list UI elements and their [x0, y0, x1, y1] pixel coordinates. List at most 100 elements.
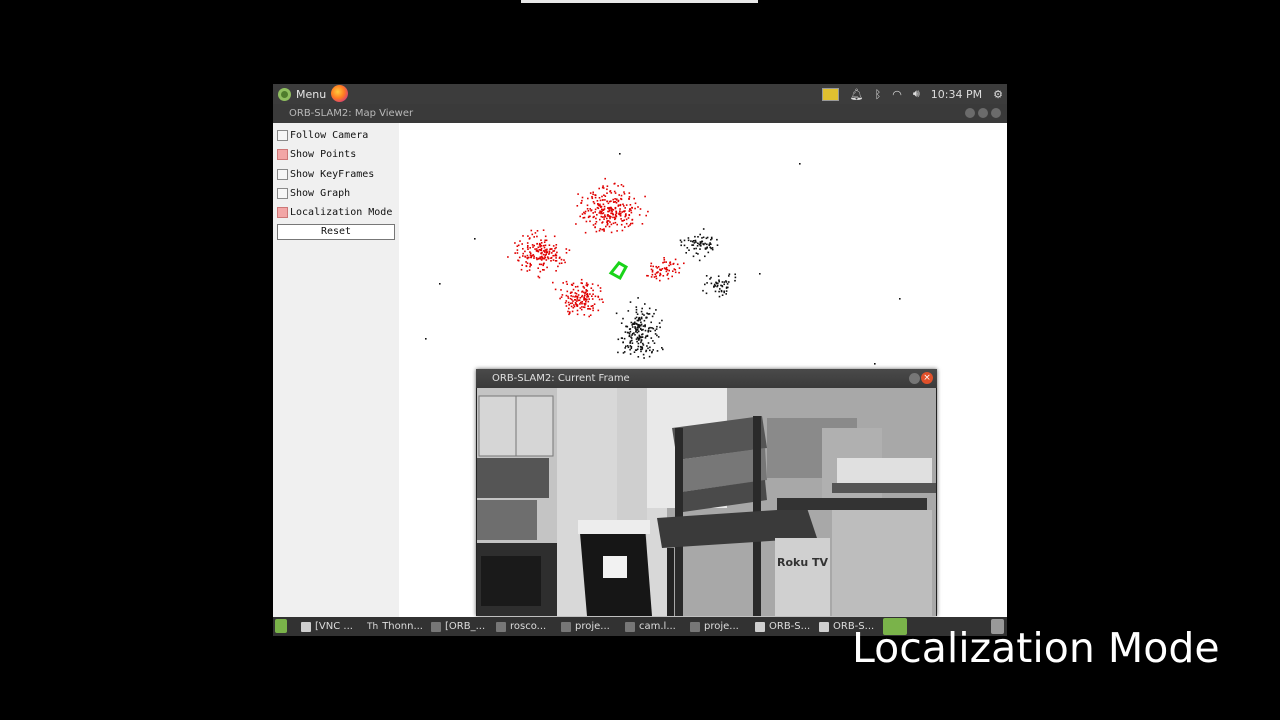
map-point: [662, 275, 665, 277]
bluetooth-icon[interactable]: ᛒ: [875, 88, 882, 101]
map-point: [635, 331, 637, 333]
taskbar-item[interactable]: proje...: [690, 617, 739, 636]
map-point: [704, 255, 706, 258]
show-graph-checkbox[interactable]: [277, 187, 288, 199]
show-desktop-button[interactable]: [275, 619, 287, 633]
option-localization-mode[interactable]: Localization Mode: [277, 205, 392, 219]
map-viewer-titlebar[interactable]: ORB-SLAM2: Map Viewer: [273, 104, 1007, 123]
map-point: [631, 342, 634, 344]
map-point: [589, 308, 592, 310]
taskbar-item[interactable]: [ORB_...: [431, 617, 485, 636]
map-point: [593, 303, 596, 305]
map-point: [655, 265, 657, 268]
map-point: [559, 256, 561, 259]
map-point: [607, 202, 610, 205]
map-point: [710, 282, 713, 285]
option-show-keyframes[interactable]: Show KeyFrames: [277, 167, 374, 181]
map-point: [543, 262, 545, 265]
option-show-graph[interactable]: Show Graph: [277, 186, 350, 200]
map-point: [589, 293, 591, 295]
option-label: Show Points: [290, 148, 357, 160]
map-point: [648, 313, 651, 315]
settings-gear-icon[interactable]: ⚙: [993, 88, 1003, 101]
firefox-icon[interactable]: [331, 85, 348, 102]
map-point: [655, 277, 658, 280]
display-icon[interactable]: [821, 87, 839, 101]
map-point: [707, 251, 710, 254]
map-point: [615, 212, 618, 215]
taskbar-item[interactable]: proje...: [561, 617, 610, 636]
terminal-icon: [496, 621, 506, 632]
map-point: [640, 316, 643, 319]
follow-camera-checkbox[interactable]: [277, 129, 288, 141]
map-point: [524, 250, 526, 253]
map-point: [602, 301, 604, 303]
map-point: [594, 295, 597, 298]
show-points-checkbox[interactable]: [277, 148, 288, 160]
map-point: [583, 314, 586, 316]
map-point: [591, 196, 593, 198]
taskbar-item[interactable]: Th Thonn...: [367, 617, 423, 636]
map-point: [543, 246, 546, 249]
map-point: [581, 196, 584, 199]
map-point: [610, 212, 612, 215]
map-point: [634, 349, 637, 351]
taskbar-item[interactable]: [VNC ...: [301, 617, 353, 636]
map-point: [627, 225, 630, 228]
map-point: [594, 223, 597, 225]
option-follow-camera[interactable]: Follow Camera: [277, 128, 368, 142]
minimize-button[interactable]: [965, 108, 975, 118]
map-point: [576, 305, 579, 307]
map-point: [691, 244, 693, 246]
clock[interactable]: 10:34 PM: [931, 88, 982, 101]
map-point: [530, 229, 533, 232]
map-point: [589, 314, 592, 316]
map-point: [565, 300, 568, 302]
map-point: [702, 243, 704, 245]
map-point: [628, 192, 631, 194]
taskbar-item[interactable]: rosco...: [496, 617, 546, 636]
map-point: [586, 292, 589, 295]
localization-mode-checkbox[interactable]: [277, 206, 288, 218]
map-point: [586, 285, 588, 287]
reset-button[interactable]: Reset: [277, 224, 395, 240]
map-point: [647, 210, 649, 213]
wifi-icon[interactable]: ◠: [892, 88, 902, 101]
map-point: [586, 204, 589, 207]
bell-icon[interactable]: 🔔︎: [850, 88, 864, 101]
show-keyframes-checkbox[interactable]: [277, 168, 288, 180]
map-point: [622, 220, 624, 222]
map-point: [628, 332, 631, 334]
map-point: [575, 303, 578, 306]
map-point: [625, 345, 627, 348]
map-point: [594, 211, 596, 213]
map-point: [686, 247, 689, 249]
map-point: [589, 215, 591, 218]
option-show-points[interactable]: Show Points: [277, 147, 356, 161]
map-point: [582, 286, 585, 288]
maximize-button[interactable]: [978, 108, 988, 118]
menu-button[interactable]: Menu: [278, 86, 326, 102]
map-point: [625, 325, 628, 328]
map-point: [563, 259, 565, 261]
volume-icon[interactable]: 🔊︎: [913, 87, 920, 101]
map-point: [550, 260, 552, 262]
map-point: [538, 263, 541, 266]
map-point: [544, 254, 547, 256]
taskbar-item[interactable]: ORB-S...: [755, 617, 810, 636]
close-button[interactable]: [991, 108, 1001, 118]
map-point: [576, 205, 579, 207]
map-point: [687, 237, 690, 239]
current-frame-titlebar[interactable]: ORB-SLAM2: Current Frame ×: [476, 369, 937, 388]
taskbar-item[interactable]: cam.l...: [625, 617, 676, 636]
map-point: [651, 327, 653, 329]
map-point: [535, 257, 538, 259]
map-point: [620, 218, 622, 220]
map-point: [567, 295, 569, 298]
map-point: [631, 206, 633, 209]
map-point: [514, 252, 516, 254]
map-point: [555, 246, 557, 249]
minimize-button[interactable]: [909, 373, 920, 384]
map-point: [537, 267, 539, 269]
close-button[interactable]: ×: [921, 372, 933, 384]
